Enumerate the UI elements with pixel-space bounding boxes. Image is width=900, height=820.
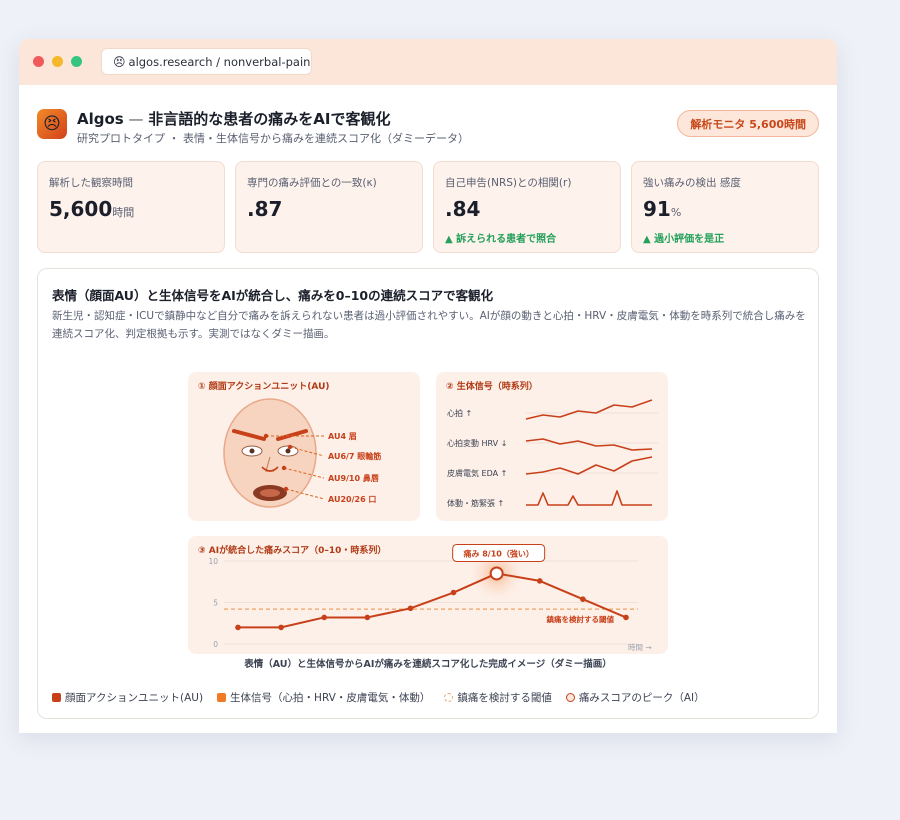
au-swatch-icon <box>52 693 61 702</box>
site-favicon-icon: 😣 <box>113 54 126 69</box>
title-main: 非言語的な患者の痛みをAIで客観化 <box>148 110 391 128</box>
pain-figure: ① 顔面アクションユニット(AU) AU4 眉 AU6/7 眼輪筋 AU9/10… <box>188 372 668 670</box>
page-header: 😣 Algos — 非言語的な患者の痛みをAIで客観化 研究プロトタイプ ・ 表… <box>37 108 819 148</box>
address-bar[interactable]: 😣 algos.research / nonverbal-pain <box>101 48 312 75</box>
peak-swatch-icon <box>565 693 575 702</box>
kpi-card: 強い痛みの検出 感度 91% ▲ 過小評価を是正 <box>631 161 819 253</box>
data-point <box>623 614 629 621</box>
page-subtitle: 研究プロトタイプ ・ 表情・生体信号から痛みを連続スコア化（ダミーデータ） <box>77 132 469 145</box>
maximize-window-button[interactable] <box>71 56 82 67</box>
panel-description: 新生児・認知症・ICUで鎮静中など自分で痛みを訴えられない患者は過小評価されやす… <box>52 310 806 340</box>
legend: 顔面アクションユニット(AU) 生体信号（心拍・HRV・皮膚電気・体動） 鎮痛を… <box>52 690 705 705</box>
au-label: AU20/26 口 <box>328 495 376 504</box>
legend-item: 痛みスコアのピーク（AI） <box>565 690 705 705</box>
y-tick-label: 0 <box>213 640 218 649</box>
titlebar: 😣 algos.research / nonverbal-pain <box>19 39 837 85</box>
bio-swatch-icon <box>217 693 227 702</box>
kpi-card: 解析した観察時間 5,600時間 <box>37 161 225 253</box>
kpi-note: ▲ 訴えられる患者で照合 <box>445 234 557 245</box>
legend-item: 生体信号（心拍・HRV・皮膚電気・体動） <box>217 690 430 705</box>
brand-name: Algos <box>77 110 124 128</box>
kpi-value: .87 <box>247 197 283 221</box>
data-point <box>364 614 371 621</box>
kpi-label: 自己申告(NRS)との相関(r) <box>445 177 572 189</box>
data-point <box>235 624 241 631</box>
bio-panel-title: ② 生体信号（時系列） <box>446 380 538 392</box>
kpi-value: .84 <box>445 197 481 221</box>
legend-item: 顔面アクションユニット(AU) <box>52 690 203 705</box>
bio-label: 心拍変動 HRV ↓ <box>447 438 507 448</box>
threshold-label: 鎮痛を検討する閾値 <box>547 614 615 624</box>
url-text: algos.research / nonverbal-pain <box>128 54 311 69</box>
kpi-label: 解析した観察時間 <box>49 177 133 189</box>
kpi-label: 強い痛みの検出 感度 <box>643 177 741 189</box>
analysis-panel: 表情（顔面AU）と生体信号をAIが統合し、痛みを0–10の連続スコアで客観化 新… <box>37 268 819 719</box>
minimize-window-button[interactable] <box>52 56 63 67</box>
kpi-unit: % <box>670 206 682 219</box>
data-point <box>580 596 586 602</box>
monitor-badge: 解析モニタ 5,600時間 <box>677 110 819 137</box>
data-point <box>450 589 457 596</box>
face-illustration-icon <box>223 398 317 508</box>
kpi-row: 解析した観察時間 5,600時間 専門の痛み評価との一致(κ) .87 自己申告… <box>37 161 819 253</box>
bio-label: 皮膚電気 EDA ↑ <box>447 468 507 478</box>
browser-window: 😣 algos.research / nonverbal-pain 😣 Algo… <box>19 39 837 733</box>
au-label: AU6/7 眼輪筋 <box>328 451 381 461</box>
au-label: AU4 眉 <box>328 432 357 441</box>
kpi-value: 91% <box>643 197 682 221</box>
peak-point <box>489 566 504 581</box>
y-tick-label: 10 <box>208 557 218 566</box>
data-point <box>321 614 328 621</box>
figure-caption: 表情（AU）と生体信号からAIが痛みを連続スコア化した完成イメージ（ダミー描画） <box>243 658 611 670</box>
data-point <box>407 605 414 612</box>
y-tick-label: 5 <box>213 599 218 608</box>
kpi-note: ▲ 過小評価を是正 <box>643 234 725 245</box>
kpi-card: 自己申告(NRS)との相関(r) .84 ▲ 訴えられる患者で照合 <box>433 161 621 253</box>
title-separator: — <box>123 110 149 128</box>
data-point <box>278 624 284 631</box>
score-panel-title: ③ AIが統合した痛みスコア（0–10・時系列） <box>198 544 386 556</box>
kpi-unit: 時間 <box>112 206 135 219</box>
panel-title: 表情（顔面AU）と生体信号をAIが統合し、痛みを0–10の連続スコアで客観化 <box>52 288 494 303</box>
peak-label: 痛み 8/10（強い） <box>462 548 533 558</box>
bio-label: 体動・筋緊張 ↑ <box>447 498 504 508</box>
legend-item: 鎮痛を検討する閾値 <box>444 690 552 705</box>
au-label: AU9/10 鼻唇 <box>328 473 380 483</box>
kpi-value: 5,600時間 <box>49 197 135 221</box>
time-axis-label: 時間 → <box>628 643 652 652</box>
bio-label: 心拍 ↑ <box>447 408 472 418</box>
app-logo-icon: 😣 <box>37 109 67 139</box>
data-point <box>536 578 543 584</box>
kpi-card: 専門の痛み評価との一致(κ) .87 <box>235 161 423 253</box>
page-title: Algos — 非言語的な患者の痛みをAIで客観化 <box>77 108 390 129</box>
au-panel-title: ① 顔面アクションユニット(AU) <box>198 380 330 392</box>
close-window-button[interactable] <box>33 56 44 67</box>
threshold-swatch-icon <box>444 693 454 702</box>
kpi-label: 専門の痛み評価との一致(κ) <box>247 177 377 189</box>
